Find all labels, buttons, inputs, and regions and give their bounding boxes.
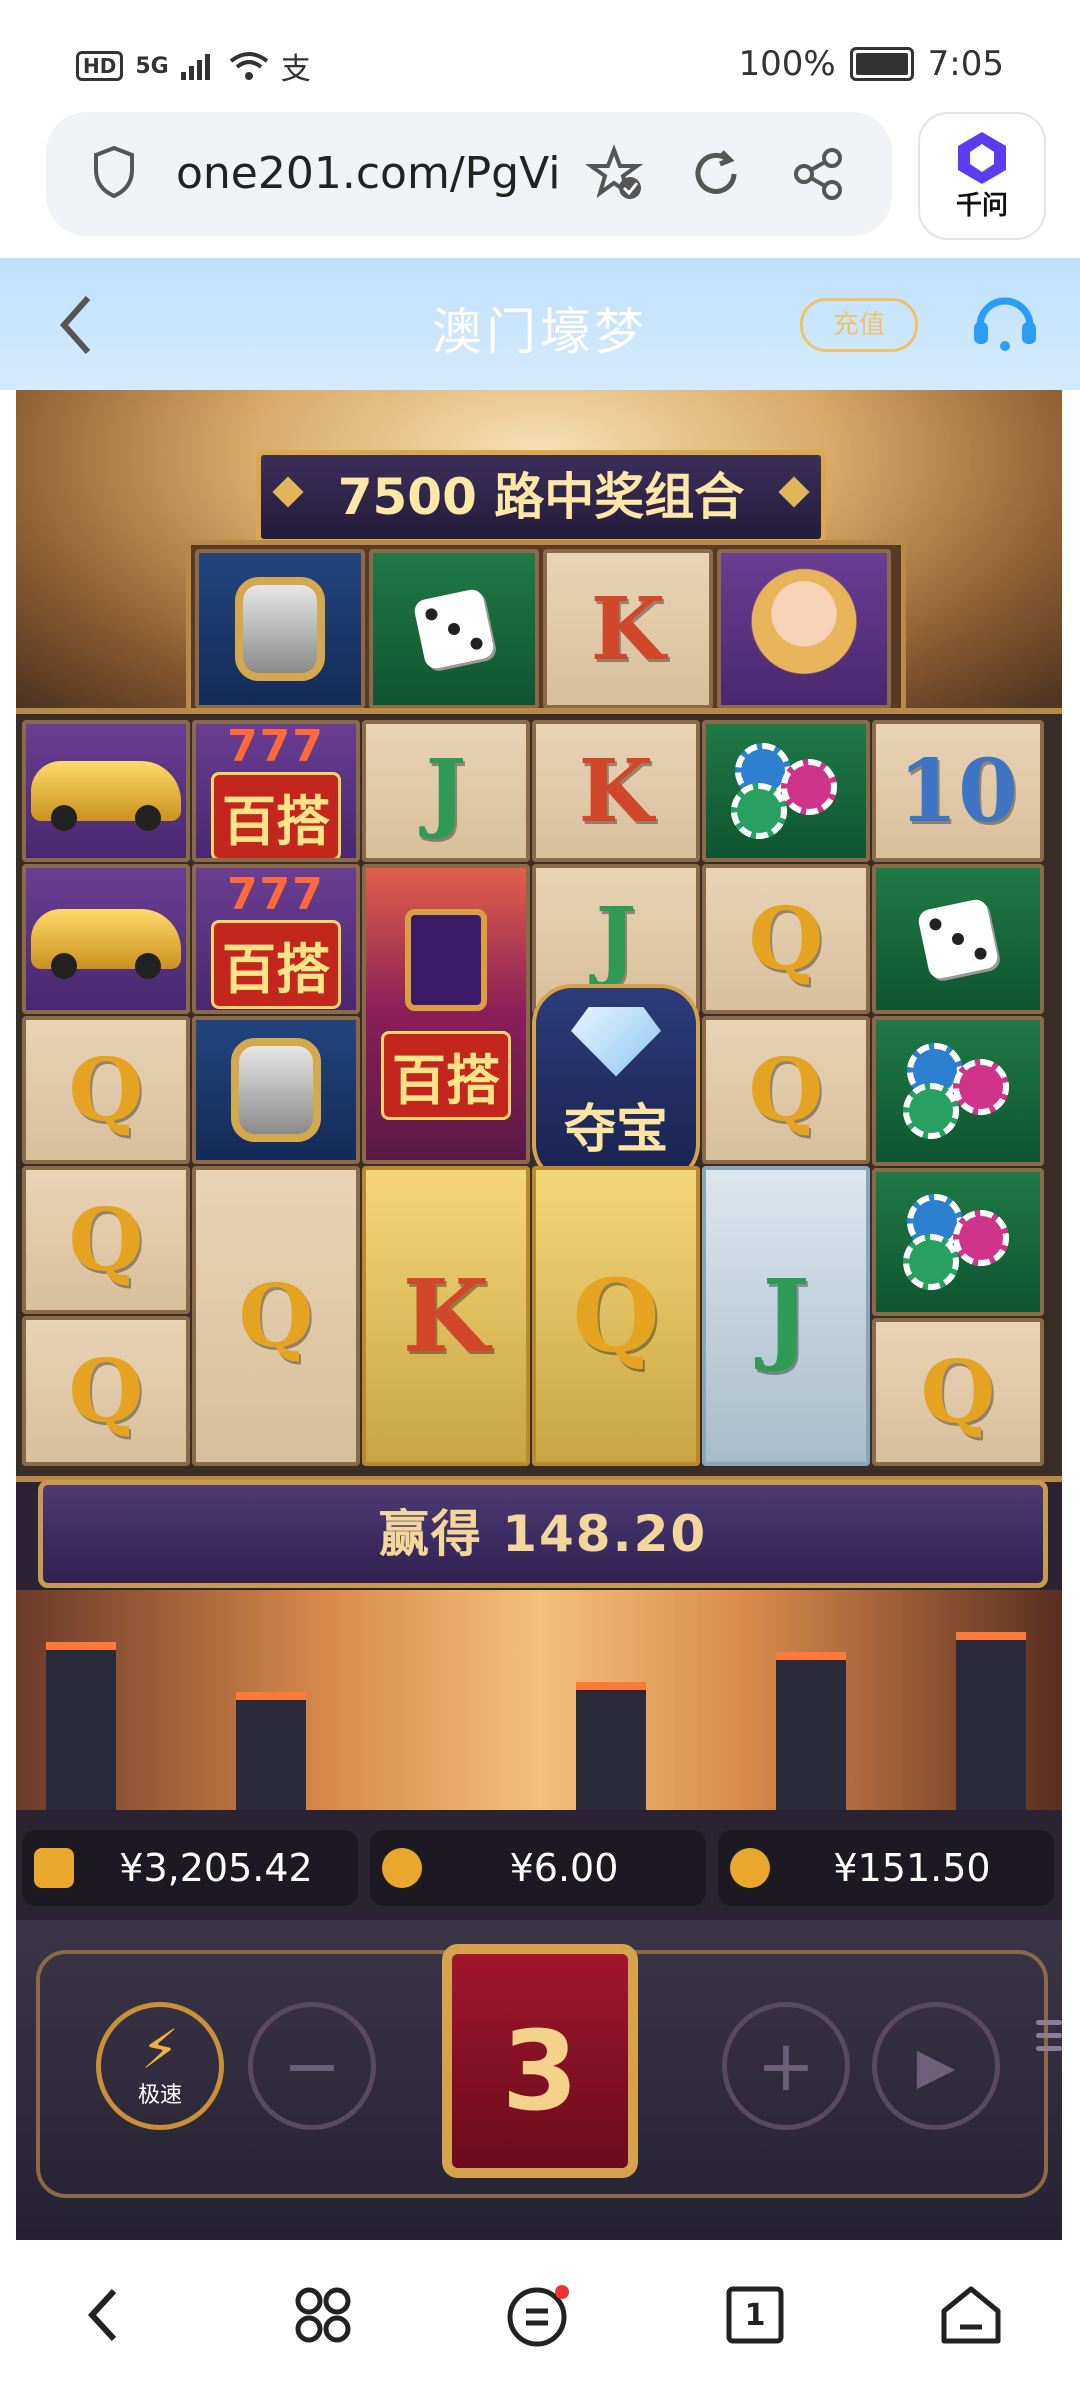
win-display: ¥151.50 (718, 1830, 1054, 1906)
symbol-car (22, 864, 190, 1014)
symbol-q-gold: Q (532, 1166, 700, 1466)
hd-indicator: HD (76, 51, 124, 81)
battery-icon (849, 47, 914, 81)
wifi-icon (229, 52, 268, 80)
alipay-icon: 支 (280, 52, 311, 87)
symbol-lady (717, 549, 891, 709)
casino-scene-image (16, 1590, 1062, 1810)
favorite-star-icon[interactable] (586, 144, 646, 204)
symbol-q: Q (22, 1166, 190, 1314)
slot-game[interactable]: 7500 路中奖组合 K 777百搭 J K 10 777百搭 百搭 J Q (16, 390, 1062, 2240)
autoplay-button[interactable]: ▶ (872, 2002, 1000, 2130)
symbol-car (22, 720, 190, 862)
control-panel: ⚡ 极速 − 3 + ▶ (16, 1920, 1062, 2240)
reload-icon[interactable] (686, 144, 746, 204)
symbol-10: 10 (872, 720, 1044, 862)
symbol-q-big: Q (192, 1166, 360, 1466)
symbol-q: Q (872, 1318, 1044, 1466)
symbol-watch (192, 1016, 360, 1164)
symbol-k: K (543, 549, 713, 709)
shield-icon[interactable] (94, 146, 134, 198)
home-icon[interactable] (926, 2270, 1016, 2360)
reel-grid: 777百搭 J K 10 777百搭 百搭 J Q Q 夺宝 Q Q Q Q (16, 708, 1062, 1482)
symbol-wild-baita: 777 百搭 (192, 864, 360, 1014)
symbol-k: K (532, 720, 700, 862)
symbol-dice (369, 549, 539, 709)
menu-icon[interactable] (494, 2270, 584, 2360)
clock: 7:05 (927, 44, 1004, 84)
symbol-chips (872, 1016, 1044, 1166)
symbol-chips (872, 1168, 1044, 1316)
battery-percent: 100% (738, 44, 836, 84)
increase-bet-button[interactable]: + (722, 2002, 850, 2130)
ways-banner: 7500 路中奖组合 (256, 450, 826, 544)
signal-icon: 5G (135, 53, 169, 79)
symbol-k-gold: K (362, 1166, 530, 1466)
symbol-q: Q (22, 1316, 190, 1466)
prize-icon (730, 1848, 770, 1888)
win-amount-bar: 赢得 148.20 (38, 1480, 1048, 1588)
share-icon[interactable] (788, 144, 848, 204)
address-bar[interactable]: one201.com/PgVi (46, 112, 892, 236)
play-icon: ▶ (916, 2037, 956, 2095)
status-bar: HD 5G 支 100% 7:05 (0, 0, 1080, 110)
symbol-q: Q (22, 1016, 190, 1164)
browser-nav-bar: 1 (0, 2240, 1080, 2388)
apps-icon[interactable] (278, 2270, 368, 2360)
app-header: 澳门壕梦 充值 (0, 258, 1080, 390)
tabs-icon[interactable]: 1 (710, 2270, 800, 2360)
qwen-assistant-button[interactable]: 千问 (918, 112, 1046, 240)
symbol-chips (702, 720, 870, 862)
coins-icon (382, 1848, 422, 1888)
minus-icon: − (282, 2025, 342, 2107)
top-reel-row: K (186, 540, 906, 726)
turbo-button[interactable]: ⚡ 极速 (96, 2002, 224, 2130)
info-bar: ¥3,205.42 ¥6.00 ¥151.50 (16, 1822, 1062, 1912)
back-icon[interactable] (60, 2270, 150, 2360)
qwen-logo-icon (958, 132, 1006, 184)
symbol-j: J (362, 720, 530, 862)
customer-service-icon[interactable] (970, 288, 1040, 358)
bet-display[interactable]: ¥6.00 (370, 1830, 706, 1906)
symbol-wild-baita-big: 百搭 (362, 864, 530, 1164)
qwen-label: 千问 (955, 191, 1008, 221)
spin-button[interactable]: 3 (442, 1944, 638, 2178)
balance-display: ¥3,205.42 (22, 1830, 358, 1906)
plus-icon: + (756, 2025, 816, 2107)
page-title: 澳门壕梦 (432, 303, 648, 361)
url-text[interactable]: one201.com/PgVi (176, 148, 560, 199)
recharge-button[interactable]: 充值 (800, 298, 918, 352)
symbol-scatter-gem: 夺宝 (532, 984, 700, 1184)
symbol-dice (872, 864, 1044, 1014)
signal-bars-icon (180, 54, 210, 80)
decrease-bet-button[interactable]: − (248, 2002, 376, 2130)
symbol-q: Q (702, 864, 870, 1014)
symbol-q: Q (702, 1016, 870, 1164)
symbol-j-silver: J (702, 1166, 870, 1466)
symbol-watch (195, 549, 365, 709)
wallet-icon (34, 1848, 74, 1888)
game-menu-icon[interactable] (1036, 2020, 1062, 2059)
symbol-wild-baita: 777 百搭 (192, 720, 360, 862)
tabs-count: 1 (744, 2297, 766, 2333)
